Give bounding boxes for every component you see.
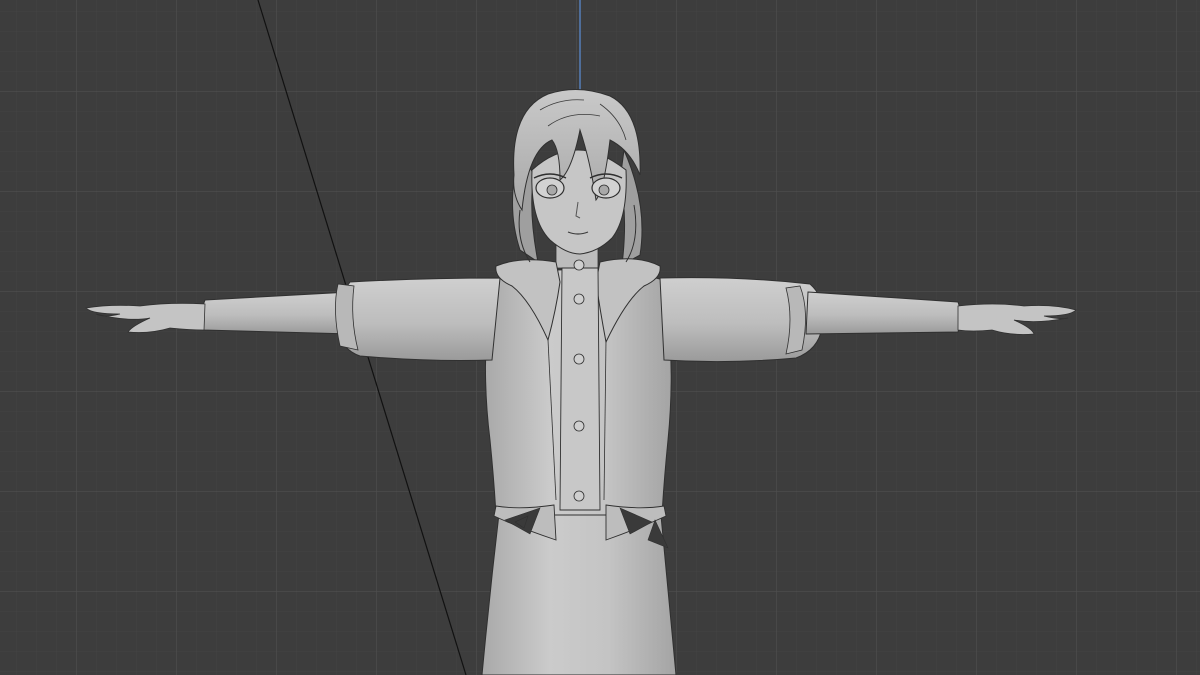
coat-button-4 xyxy=(573,420,585,432)
viewport-canvas[interactable] xyxy=(0,0,1200,675)
iris-right xyxy=(598,184,610,196)
coat-button-2 xyxy=(573,293,585,305)
coat-button-5 xyxy=(573,490,585,502)
coat-skirt xyxy=(481,504,677,675)
coat-button-3 xyxy=(573,353,585,365)
iris-left xyxy=(546,184,558,196)
3d-viewport[interactable] xyxy=(0,0,1200,675)
left-sleeve xyxy=(337,277,501,361)
coat-button-1 xyxy=(573,259,585,271)
